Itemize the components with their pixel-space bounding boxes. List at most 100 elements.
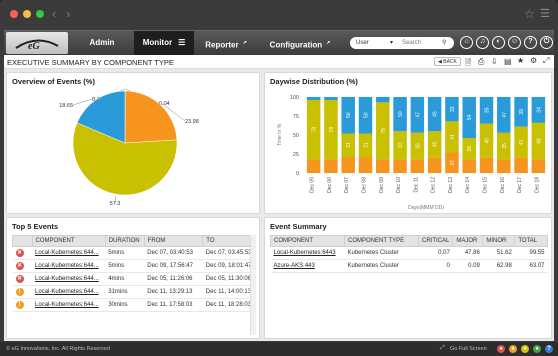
column-header-from[interactable]: FROM (143, 235, 204, 247)
component-cell[interactable]: Local-Kubernetes:644... (32, 246, 106, 260)
bar-segment[interactable] (497, 159, 511, 173)
component-link[interactable]: Local-Kubernetes:644... (35, 250, 99, 256)
bar-segment[interactable] (358, 157, 373, 173)
fullscreen-icon[interactable]: ⤢ (440, 345, 445, 352)
alert-count-major-icon[interactable]: ● (509, 345, 517, 353)
export-icon[interactable]: ⇩ (491, 57, 498, 66)
bar-segment[interactable] (514, 157, 528, 173)
chevron-down-icon[interactable]: ▾ (390, 37, 393, 49)
bar-segment[interactable] (324, 159, 338, 173)
column-header-duration[interactable]: DURATION (104, 235, 145, 247)
column-header-minor[interactable]: MINOR (482, 235, 516, 247)
column-header-total[interactable]: TOTAL (514, 235, 548, 247)
table-row[interactable]: ✕ Local-Kubernetes:644... 5mins Dec 07, 03:… (12, 246, 255, 260)
component-link[interactable]: Local-Kubernetes:644... (35, 289, 99, 295)
bar-segment[interactable] (531, 159, 546, 173)
bar-segment[interactable] (376, 97, 390, 103)
back-arrow-icon[interactable]: ‹ (52, 6, 56, 21)
bell-icon[interactable]: ♫ (476, 36, 489, 49)
bar-value-label: 78 (312, 127, 318, 133)
component-cell[interactable]: Local-Kubernetes:644... (32, 298, 106, 312)
bar-value-label: 45 (485, 138, 491, 144)
back-button[interactable]: ◀ BACK (434, 57, 461, 66)
bar-segment[interactable] (393, 159, 407, 173)
column-header-component-type[interactable]: COMPONENT TYPE (344, 235, 419, 247)
dashboard-icon[interactable]: ◐ (492, 36, 505, 49)
event-summary-table: COMPONENT COMPONENT TYPE CRITICAL MAJOR … (270, 235, 548, 273)
bar-segment[interactable] (479, 157, 494, 173)
column-header-critical[interactable]: CRITICAL (417, 235, 454, 247)
component-link[interactable]: Azure-AKS:443 (274, 263, 315, 269)
component-link[interactable]: Local-Kubernetes:644... (35, 263, 99, 269)
bar-segment[interactable] (427, 157, 442, 173)
menu-icon[interactable]: ☰ (540, 7, 550, 20)
component-link[interactable]: Local-Kubernetes:644... (35, 276, 99, 282)
bar-value-label: 35 (433, 142, 439, 148)
bar-segment[interactable] (462, 159, 476, 173)
forward-arrow-icon[interactable]: › (66, 6, 70, 21)
column-header-major[interactable]: MAJOR (452, 235, 484, 247)
star-icon[interactable]: ☆ (524, 7, 535, 21)
component-cell[interactable]: Local-Kubernetes:6443 (270, 246, 345, 260)
favorite-icon[interactable]: ★ (517, 56, 524, 65)
table-row[interactable]: Azure-AKS:443 Kubernetes Cluster 0 0.09 62.9… (270, 259, 548, 273)
pie-slice[interactable] (124, 90, 178, 144)
pdf-icon[interactable]: 🗎 (465, 57, 471, 71)
tab-reporter[interactable]: Reporter ↗ (194, 31, 258, 55)
component-cell[interactable]: Local-Kubernetes:644... (32, 259, 106, 273)
print-icon[interactable]: ⎙ (478, 57, 484, 67)
close-window-button[interactable] (10, 10, 18, 18)
table-row[interactable]: Local-Kubernetes:6443 Kubernetes Cluster 0… (270, 246, 548, 260)
alert-count-ok-icon[interactable]: ● (533, 345, 541, 353)
hamburger-icon[interactable]: ☰ (178, 38, 185, 47)
bar-segment[interactable] (341, 157, 355, 173)
duration-cell: 5mins (105, 246, 145, 260)
search-icon[interactable]: ⚲ (442, 37, 446, 49)
tab-monitor[interactable]: Monitor ☰ (134, 31, 194, 55)
table-row[interactable]: ✕ Local-Kubernetes:644... 4mins Dec 05, 11:… (12, 272, 255, 286)
component-link[interactable]: Local-Kubernetes:6443 (274, 250, 336, 256)
table-row[interactable]: ! Local-Kubernetes:644... 31mins Dec 11, 13… (12, 285, 255, 299)
help-icon[interactable]: ? (524, 36, 537, 49)
tab-configuration[interactable]: Configuration ↗ (258, 31, 342, 55)
zoom-window-button[interactable] (36, 10, 44, 18)
overview-panel: Overview of Events (%) 0.040.0423.9857.3… (6, 72, 260, 214)
table-row[interactable]: ! Local-Kubernetes:644... 30mins Dec 11, 17… (12, 298, 255, 312)
document-icon[interactable]: ▤ (504, 57, 512, 66)
tab-admin[interactable]: Admin (70, 31, 134, 55)
column-header-component[interactable]: COMPONENT (31, 235, 106, 247)
alert-count-critical-icon[interactable]: ● (497, 345, 505, 353)
bar-segment[interactable] (376, 159, 390, 173)
bar-segment[interactable] (306, 159, 321, 173)
eg-logo[interactable]: eG (6, 32, 68, 54)
component-link[interactable]: Local-Kubernetes:644... (35, 302, 99, 308)
home-icon[interactable]: ⌂ (460, 36, 473, 49)
component-cell[interactable]: Azure-AKS:443 (270, 259, 345, 273)
help-circle-icon[interactable]: ? (545, 345, 553, 353)
user-select[interactable]: User (356, 37, 369, 49)
alert-count-minor-icon[interactable]: ● (521, 345, 529, 353)
to-cell: Dec 05, 11:30:06 (202, 272, 255, 286)
fullscreen-link[interactable]: Go Full Screen (450, 346, 487, 352)
expand-icon[interactable]: ⤢ (543, 56, 549, 66)
top-events-panel: Top 5 Events COMPONENT DURATION FROM TO … (6, 217, 260, 339)
table-row[interactable]: ✕ Local-Kubernetes:644... 5mins Dec 09, 17:… (12, 259, 255, 273)
user-icon[interactable]: ☺ (508, 36, 521, 49)
column-header-to[interactable]: TO (202, 235, 255, 247)
bar-segment[interactable] (306, 97, 321, 101)
settings-icon[interactable]: ⚙ (530, 56, 537, 65)
from-cell: Dec 11, 17:58:03 (144, 298, 203, 312)
bar-segment[interactable] (324, 97, 338, 101)
column-header-component[interactable]: COMPONENT (270, 235, 345, 247)
power-icon[interactable]: ⏻ (540, 36, 553, 49)
from-cell: Dec 05, 11:26:06 (144, 272, 203, 286)
minimize-window-button[interactable] (23, 10, 31, 18)
total-cell: 63.07 (514, 259, 548, 273)
component-cell[interactable]: Local-Kubernetes:644... (32, 272, 106, 286)
component-cell[interactable]: Local-Kubernetes:644... (32, 285, 106, 299)
bar-segment[interactable] (410, 159, 425, 173)
search-input[interactable]: Search (402, 37, 421, 49)
critical-alert-icon: ✕ (15, 262, 24, 270)
bar-value-label: 27 (450, 160, 456, 166)
scrollbar[interactable] (250, 235, 256, 335)
